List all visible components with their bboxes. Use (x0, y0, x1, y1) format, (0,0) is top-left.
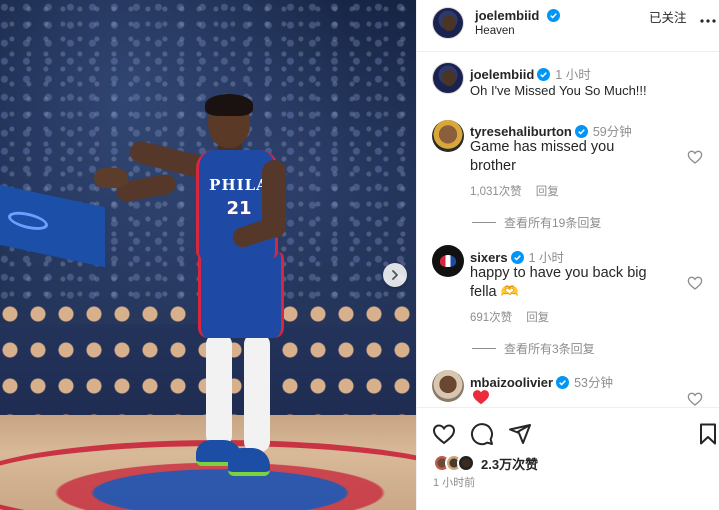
post-timestamp[interactable]: 1 小时前 (433, 474, 475, 490)
caption-text: Oh I've Missed You So Much!!! (470, 83, 647, 98)
post-header: joelembiid Heaven 已关注 (417, 0, 719, 52)
caption-time[interactable]: 1 小时 (555, 68, 590, 82)
comment-likes[interactable]: 691次赞 (470, 312, 512, 324)
comment-time[interactable]: 53分钟 (574, 376, 613, 390)
reply-button[interactable]: 回复 (526, 312, 549, 324)
heart-outline-icon[interactable] (687, 391, 703, 407)
comment-text-line: fella 🫶 (470, 284, 519, 300)
reply-button[interactable]: 回复 (536, 186, 559, 198)
view-replies-button[interactable]: 查看所有3条回复 (472, 340, 595, 357)
comment-time[interactable]: 59分钟 (593, 125, 632, 139)
avatar[interactable] (432, 62, 464, 94)
more-horizontal-icon[interactable] (699, 12, 717, 30)
avatar[interactable] (432, 7, 464, 39)
post-side-panel: joelembiid Heaven 已关注 joelembiid 1 小时 Oh … (416, 0, 719, 510)
post-actions-footer: 2.3万次赞 1 小时前 (417, 407, 719, 510)
like-heart-icon[interactable] (432, 422, 456, 446)
avatar[interactable] (432, 245, 464, 277)
verified-badge-icon (574, 125, 588, 138)
comment-bubble-icon[interactable] (470, 422, 494, 446)
comment-username[interactable]: tyresehaliburton (470, 124, 572, 139)
comment-text-line: brother (470, 158, 516, 174)
header-user: joelembiid (475, 7, 560, 25)
jersey-number: 21 (226, 198, 252, 219)
heart-outline-icon[interactable] (687, 149, 703, 165)
jersey-team-text: PHILA (209, 176, 269, 194)
avatar[interactable] (432, 120, 464, 152)
post-photo[interactable]: PHILA 21 (0, 0, 416, 510)
verified-badge-icon (510, 251, 524, 264)
comment-text-line: Game has missed you (470, 139, 615, 155)
verified-badge-icon (556, 376, 570, 389)
likes-count[interactable]: 2.3万次赞 (481, 454, 538, 473)
share-send-icon[interactable] (508, 422, 532, 446)
likes-summary[interactable]: 2.3万次赞 (433, 453, 538, 473)
red-heart-emoji-icon (473, 390, 489, 405)
player-shoe-right (228, 448, 270, 476)
player-shorts (198, 252, 284, 338)
view-replies-text: 查看所有19条回复 (504, 216, 602, 230)
chevron-right-icon (392, 270, 398, 280)
heart-outline-icon[interactable] (687, 275, 703, 291)
comment-time[interactable]: 1 小时 (529, 251, 564, 265)
view-replies-text: 查看所有3条回复 (504, 342, 595, 356)
follow-button[interactable]: 已关注 (649, 7, 687, 26)
comment-username[interactable]: sixers (470, 250, 508, 265)
view-replies-button[interactable]: 查看所有19条回复 (472, 214, 601, 231)
caption-username[interactable]: joelembiid (470, 67, 534, 82)
liker-avatar (457, 454, 475, 472)
verified-badge-icon (537, 68, 551, 81)
carousel-next-button[interactable] (383, 263, 407, 287)
bookmark-icon[interactable] (696, 422, 719, 446)
comment-likes[interactable]: 1,031次赞 (470, 186, 522, 198)
verified-badge-icon (546, 9, 560, 22)
comment-username[interactable]: mbaizoolivier (470, 375, 553, 390)
header-username[interactable]: joelembiid (475, 8, 539, 23)
header-location[interactable]: Heaven (475, 25, 515, 37)
avatar[interactable] (432, 370, 464, 402)
comment-text-line: happy to have you back big (470, 265, 647, 281)
player-figure: PHILA 21 (0, 0, 416, 510)
